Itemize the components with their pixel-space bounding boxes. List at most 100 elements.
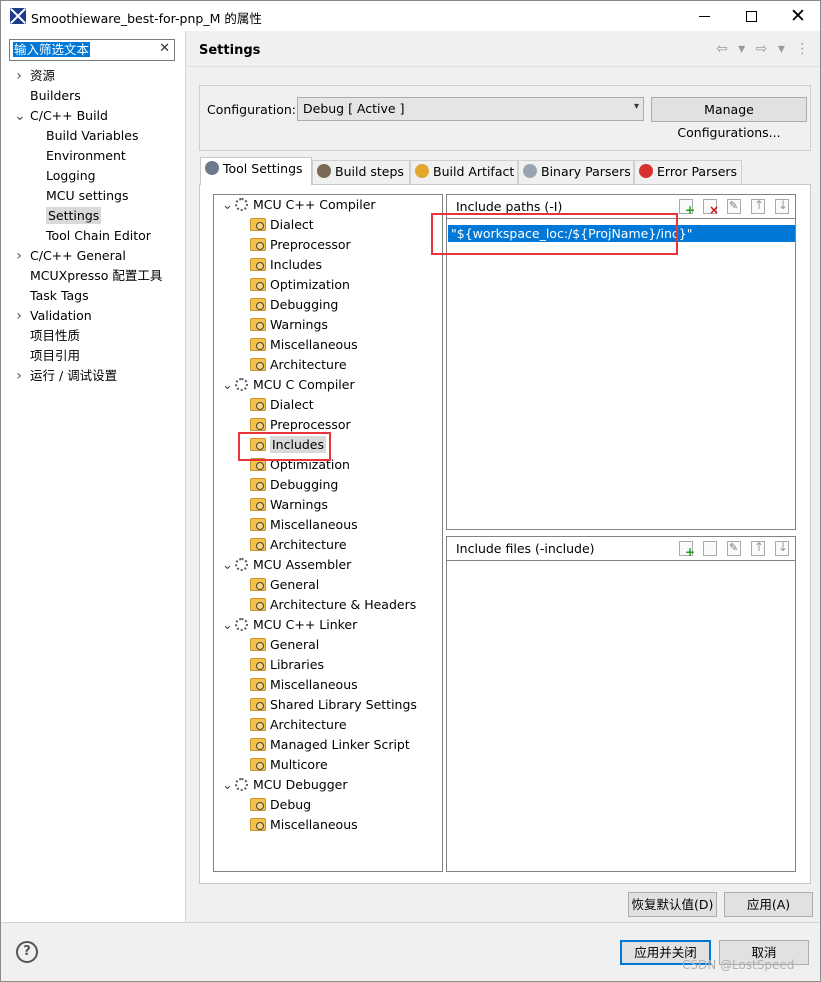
tree-option-node[interactable]: Miscellaneous [250, 675, 358, 695]
tree-tool-node[interactable]: MCU Assembler [235, 555, 351, 575]
add-path-icon[interactable] [679, 199, 695, 217]
tree-option-node[interactable]: Warnings [250, 315, 328, 335]
tab-label: Build steps [335, 164, 404, 179]
nav-item[interactable]: Settings [46, 206, 102, 226]
tree-option-node[interactable]: Optimization [250, 275, 350, 295]
close-button[interactable]: ✕ [775, 1, 820, 31]
chevron-down-icon[interactable]: ⌄ [14, 106, 26, 126]
nav-item[interactable]: Environment [46, 146, 126, 166]
maximize-button[interactable] [728, 1, 774, 31]
manage-configurations-button[interactable]: Manage Configurations... [651, 97, 807, 140]
tree-option-node[interactable]: Architecture [250, 715, 347, 735]
nav-item[interactable]: C/C++ General [30, 246, 126, 266]
apply-button[interactable]: 应用(A) [724, 892, 813, 917]
nav-item[interactable]: C/C++ Build [30, 106, 108, 126]
tree-option-node[interactable]: Includes [250, 255, 322, 275]
restore-defaults-button[interactable]: 恢复默认值(D) [628, 892, 717, 917]
tab-binary-parsers[interactable]: Binary Parsers [518, 160, 634, 184]
tree-option-node[interactable]: Debugging [250, 295, 338, 315]
chevron-right-icon[interactable]: › [14, 366, 24, 386]
tab-error-parsers[interactable]: Error Parsers [634, 160, 742, 184]
edit-file-icon[interactable] [727, 541, 742, 556]
tree-option-node[interactable]: General [250, 575, 319, 595]
nav-item[interactable]: Validation [30, 306, 92, 326]
chevron-down-icon[interactable]: ⌄ [222, 376, 233, 396]
option-folder-icon [250, 658, 266, 671]
nav-item-label: Validation [30, 308, 92, 323]
chevron-down-icon[interactable]: ⌄ [222, 776, 233, 796]
chevron-down-icon[interactable]: ⌄ [222, 196, 233, 216]
edit-path-icon[interactable] [727, 199, 742, 214]
tree-tool-node[interactable]: MCU Debugger [235, 775, 348, 795]
move-down-icon[interactable] [775, 198, 789, 214]
chevron-right-icon[interactable]: › [14, 66, 24, 86]
tab-build-steps[interactable]: Build steps [312, 160, 410, 184]
chevron-right-icon[interactable]: › [14, 246, 24, 266]
option-folder-icon [250, 298, 266, 311]
history-nav-icons[interactable]: ⇦ ▾ ⇨ ▾ ⋮ [716, 41, 812, 57]
nav-item-label: MCU settings [46, 188, 129, 203]
option-folder-icon [250, 338, 266, 351]
nav-item[interactable]: Logging [46, 166, 96, 186]
nav-item[interactable]: 资源 [30, 66, 55, 86]
tree-option-node[interactable]: Architecture & Headers [250, 595, 416, 615]
nav-item[interactable]: Task Tags [30, 286, 89, 306]
move-down-icon[interactable] [775, 540, 789, 556]
move-up-icon[interactable] [751, 540, 766, 556]
filter-input[interactable]: 输入筛选文本 ✕ [9, 39, 175, 61]
chevron-right-icon[interactable]: › [14, 306, 24, 326]
tree-option-node[interactable]: Managed Linker Script [250, 735, 410, 755]
tool-settings-icon [205, 161, 219, 175]
delete-file-icon[interactable] [703, 541, 718, 556]
tree-option-node[interactable]: Architecture [250, 535, 347, 555]
nav-item[interactable]: Builders [30, 86, 81, 106]
tree-option-label: Architecture [270, 357, 347, 372]
delete-path-icon[interactable] [703, 199, 719, 217]
tree-option-node[interactable]: Miscellaneous [250, 515, 358, 535]
tree-tool-node[interactable]: MCU C++ Linker [235, 615, 357, 635]
nav-item[interactable]: MCU settings [46, 186, 128, 206]
tree-tool-node[interactable]: MCU C++ Compiler [235, 195, 376, 215]
nav-item-label: C/C++ Build [30, 108, 108, 123]
nav-item[interactable]: Build Variables [46, 126, 138, 146]
tree-option-node[interactable]: Miscellaneous [250, 335, 358, 355]
help-icon[interactable]: ? [16, 941, 38, 963]
tree-option-node[interactable]: Libraries [250, 655, 324, 675]
nav-item-label: Builders [30, 88, 81, 103]
move-up-icon[interactable] [751, 198, 766, 214]
nav-item[interactable]: Tool Chain Editor [46, 226, 151, 246]
tree-option-node[interactable]: Debug [250, 795, 311, 815]
chevron-down-icon[interactable]: ⌄ [222, 556, 233, 576]
chevron-down-icon[interactable]: ⌄ [222, 616, 233, 636]
option-folder-icon [250, 278, 266, 291]
tree-option-label: Miscellaneous [270, 337, 358, 352]
tab-label: Binary Parsers [541, 164, 631, 179]
tree-option-node[interactable]: Miscellaneous [250, 815, 358, 835]
tree-option-node[interactable]: Preprocessor [250, 235, 351, 255]
tree-option-node[interactable]: General [250, 635, 319, 655]
nav-item[interactable]: 项目引用 [30, 346, 80, 366]
tab-tool-settings[interactable]: Tool Settings [200, 157, 312, 185]
minimize-button[interactable] [681, 1, 727, 31]
tree-option-node[interactable]: Multicore [250, 755, 328, 775]
tree-option-node[interactable]: Warnings [250, 495, 328, 515]
tree-option-label: Debugging [270, 297, 339, 312]
tree-option-node[interactable]: Dialect [250, 215, 314, 235]
nav-item[interactable]: 运行 / 调试设置 [30, 366, 117, 386]
clear-filter-icon[interactable]: ✕ [159, 41, 170, 56]
annotation-box-include-path [431, 213, 678, 255]
app-icon [10, 8, 26, 24]
configuration-select[interactable]: Debug [ Active ] ▾ [297, 97, 644, 121]
nav-item[interactable]: 项目性质 [30, 326, 80, 346]
tree-tool-node[interactable]: MCU C Compiler [235, 375, 355, 395]
configuration-label: Configuration: [207, 102, 296, 117]
include-files-toolbar [673, 540, 789, 559]
tree-option-node[interactable]: Shared Library Settings [250, 695, 417, 715]
nav-item[interactable]: MCUXpresso 配置工具 [30, 266, 162, 286]
tree-option-node[interactable]: Architecture [250, 355, 347, 375]
tree-option-node[interactable]: Debugging [250, 475, 338, 495]
tab-build-artifact[interactable]: Build Artifact [410, 160, 518, 184]
add-file-icon[interactable] [679, 541, 695, 559]
tree-option-node[interactable]: Dialect [250, 395, 314, 415]
maximize-icon [745, 11, 757, 22]
